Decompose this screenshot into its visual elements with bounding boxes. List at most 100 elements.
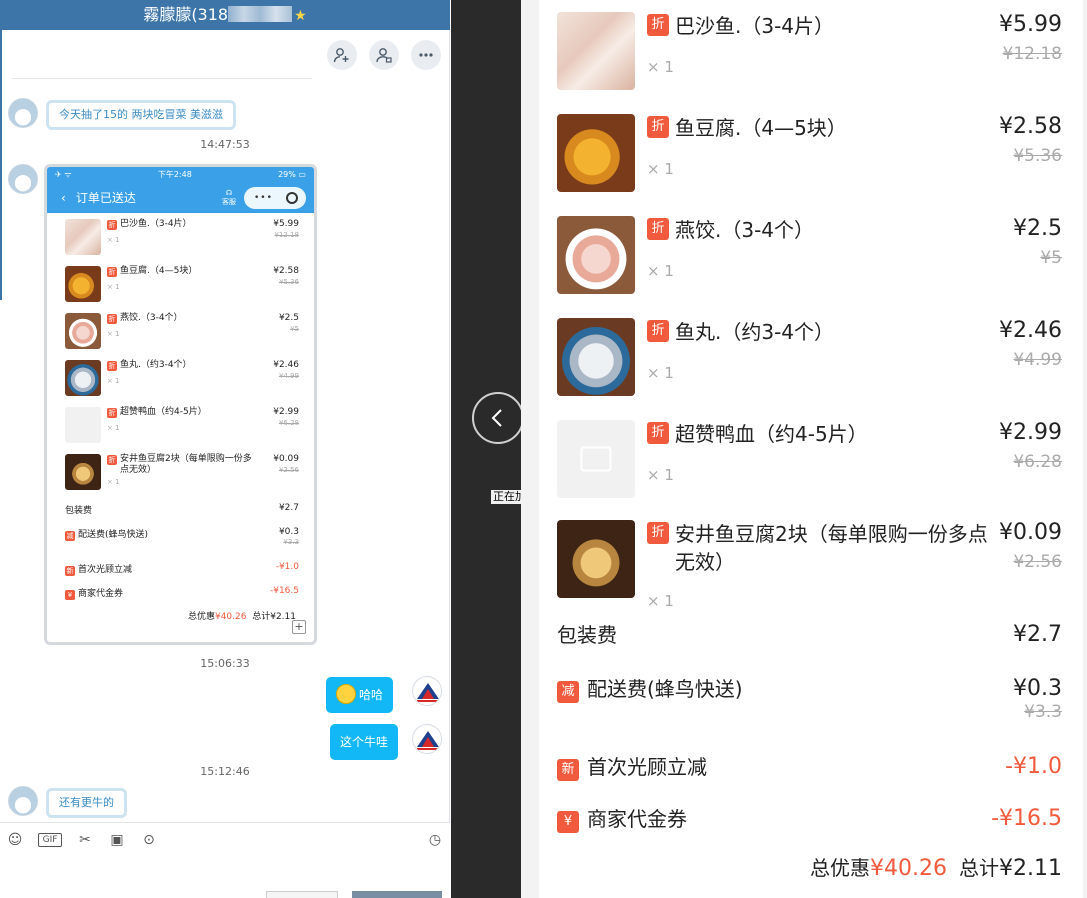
message-bubble-incoming[interactable]: 还有更牛的 <box>46 788 127 818</box>
gif-icon[interactable]: GIF <box>38 833 62 847</box>
product-original-price: ¥2.56 <box>1013 552 1062 572</box>
mini-coupon-row: ¥ 商家代金券 -¥16.5 <box>65 586 299 600</box>
loading-text: 正在加载 <box>491 490 521 504</box>
product-price: ¥5.99 <box>999 12 1062 37</box>
my-avatar[interactable] <box>412 676 442 706</box>
zoom-plus-icon[interactable]: + <box>292 620 306 634</box>
friend-avatar[interactable] <box>8 164 38 194</box>
mini-delivery-row: 减配送费(蜂鸟快送) ¥0.3 ¥3.3 <box>65 527 299 546</box>
friend-avatar[interactable] <box>8 786 38 816</box>
friend-avatar[interactable] <box>8 98 38 128</box>
product-name: 鱼豆腐.（4—5块） <box>675 116 847 140</box>
mini-discount-badge: 折 <box>107 314 117 324</box>
customer-service-label: 客服 <box>222 198 236 206</box>
discount-badge: 折 <box>647 522 669 544</box>
chat-title-bar: 霧朦朦(318 ★ <box>0 0 450 30</box>
message-timestamp: 14:47:53 <box>200 138 250 151</box>
product-original-price: ¥12.18 <box>1002 44 1062 64</box>
product-price: ¥2.58 <box>999 114 1062 139</box>
chat-title: 霧朦朦(318 <box>143 5 229 24</box>
product-thumbnail <box>557 114 635 192</box>
image-placeholder-icon <box>580 446 612 472</box>
new-badge: 新 <box>557 759 579 781</box>
message-bubble-outgoing[interactable]: 这个牛哇 <box>330 724 399 760</box>
order-total-line: 总优惠¥40.26 总计¥2.11 <box>810 852 1062 881</box>
send-button[interactable] <box>352 891 442 898</box>
shared-screenshot-image[interactable]: ✈ ᯤ 下午2:48 29% ▭ ‹ 订单已送达 ☊ 客服 ••• 折巴沙鱼.（3-… <box>44 164 317 645</box>
my-avatar[interactable] <box>412 724 442 754</box>
history-clock-icon[interactable]: ◷ <box>426 831 444 849</box>
mini-program-capsule: ••• <box>244 187 306 209</box>
mini-order-item: 折超赞鸭血（约4-5片） × 1 ¥2.99 ¥6.28 <box>65 407 299 447</box>
discount-badge: 折 <box>647 14 669 36</box>
mini-header-title: 订单已送达 <box>75 191 136 205</box>
mini-product-price: ¥2.99 <box>273 407 299 417</box>
mini-product-name: 巴沙鱼.（3-4片） <box>120 219 192 229</box>
add-friend-button[interactable] <box>327 40 357 70</box>
product-price: ¥2.46 <box>999 318 1062 343</box>
mini-discount-badge: 折 <box>107 267 117 277</box>
discount-badge: 折 <box>647 320 669 342</box>
customer-service-icon: ☊ 客服 <box>222 189 236 206</box>
mini-product-quantity: × 1 <box>107 236 120 244</box>
mini-product-original-price: ¥2.56 <box>278 466 299 474</box>
reduce-badge: 减 <box>557 681 579 703</box>
laughing-emoji-icon <box>336 684 356 704</box>
mini-product-name: 鱼丸.（约3-4个） <box>120 360 192 370</box>
mini-order-item: 折燕饺.（3-4个） × 1 ¥2.5 ¥5 <box>65 313 299 353</box>
message-bubble-incoming[interactable]: 今天抽了15的 两块吃冒菜 美滋滋 <box>46 100 236 130</box>
mini-product-price: ¥2.58 <box>273 266 299 276</box>
mini-order-item: 折巴沙鱼.（3-4片） × 1 ¥5.99 ¥12.18 <box>65 219 299 259</box>
delivery-fee-row: 减配送费(蜂鸟快送) ¥0.3 ¥3.3 <box>557 674 1062 722</box>
back-chevron-icon: ‹ <box>61 191 66 205</box>
redacted-id <box>228 6 293 22</box>
product-price: ¥0.09 <box>999 520 1062 545</box>
total-value: ¥2.11 <box>999 856 1062 881</box>
mini-product-thumbnail <box>65 454 101 490</box>
product-name: 超赞鸭血（约4-5片） <box>675 422 868 446</box>
profile-button[interactable] <box>369 40 399 70</box>
image-icon[interactable]: ▣ <box>108 831 126 849</box>
scissors-icon[interactable]: ✂ <box>76 831 94 849</box>
message-bubble-outgoing[interactable]: 哈哈 <box>326 677 394 713</box>
mini-product-thumbnail <box>65 266 101 302</box>
emoji-icon[interactable]: ☺ <box>6 831 24 849</box>
close-button[interactable] <box>266 891 338 898</box>
message-timestamp: 15:12:46 <box>200 765 250 778</box>
mini-total-line: 总优惠¥40.26 总计¥2.11 <box>187 612 296 622</box>
vip-star-icon: ★ <box>294 8 307 24</box>
capsule-dots-icon: ••• <box>254 193 273 203</box>
image-viewer-backdrop: 正在加载 <box>451 0 551 898</box>
message-timestamp: 15:06:33 <box>200 657 250 670</box>
chat-input-area[interactable]: ☺ GIF ✂ ▣ ⊙ ◷ <box>0 822 450 898</box>
mini-product-price: ¥2.46 <box>273 360 299 370</box>
total-discount-label: 总优惠 <box>810 856 871 880</box>
chat-toolbar <box>327 40 441 70</box>
previous-image-button[interactable] <box>472 392 524 444</box>
discount-badge: 折 <box>647 218 669 240</box>
order-item: 折安井鱼豆腐2块（每单限购一份多点无效） × 1 ¥0.09 ¥2.56 <box>557 520 1062 610</box>
mini-discount-badge: 折 <box>107 455 117 465</box>
status-time: 下午2:48 <box>157 170 192 179</box>
order-item: 折鱼丸.（约3-4个） × 1 ¥2.46 ¥4.99 <box>557 318 1062 408</box>
total-label: 总计 <box>959 856 1000 880</box>
order-item: 折燕饺.（3-4个） × 1 ¥2.5 ¥5 <box>557 216 1062 306</box>
product-quantity: × 1 <box>647 262 674 280</box>
status-battery: 29% ▭ <box>278 170 306 179</box>
mini-product-price: ¥5.99 <box>273 219 299 229</box>
product-original-price: ¥6.28 <box>1013 452 1062 472</box>
product-thumbnail <box>557 216 635 294</box>
total-discount-value: ¥40.26 <box>870 856 948 881</box>
more-icon[interactable]: ⊙ <box>140 831 158 849</box>
product-original-price: ¥4.99 <box>1013 350 1062 370</box>
more-options-button[interactable] <box>411 40 441 70</box>
team-logo-icon <box>414 726 441 753</box>
delivery-fee-label: 配送费(蜂鸟快送) <box>587 677 743 701</box>
product-name: 安井鱼豆腐2块（每单限购一份多点无效） <box>675 522 988 574</box>
coupon-row: ¥ 商家代金券 -¥16.5 <box>557 804 1062 834</box>
coupon-value: -¥16.5 <box>991 806 1062 831</box>
mini-product-name: 超赞鸭血（约4-5片） <box>120 407 207 417</box>
order-detail-card: 折巴沙鱼.（3-4片） × 1 ¥5.99 ¥12.18 折鱼豆腐.（4—5块） × 1 ¥… <box>539 0 1083 898</box>
mini-discount-badge: 折 <box>107 361 117 371</box>
mini-product-name: 燕饺.（3-4个） <box>120 313 183 323</box>
